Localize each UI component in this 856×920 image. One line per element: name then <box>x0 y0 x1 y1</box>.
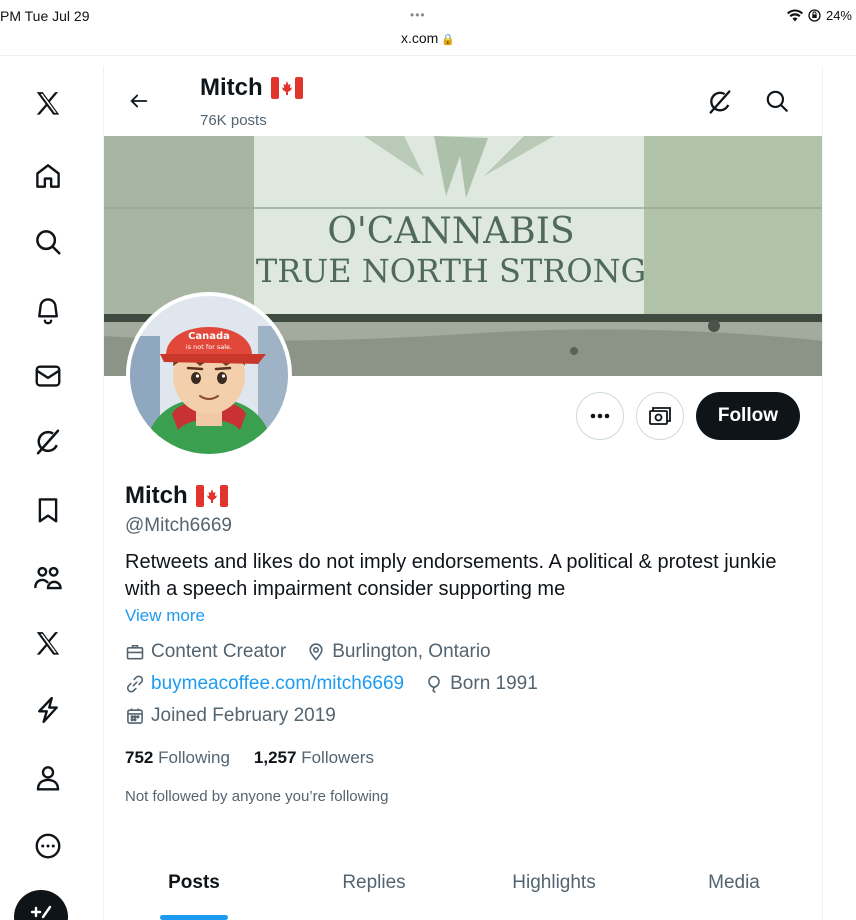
profile-bio: Retweets and likes do not imply endorsem… <box>125 551 777 600</box>
profile-tabs: Posts Replies Highlights Media <box>104 858 822 920</box>
nav-notifications[interactable] <box>26 288 70 332</box>
followers-stat[interactable]: 1,257 Followers <box>254 748 374 768</box>
follow-stats: 752 Following 1,257 Followers <box>125 748 815 768</box>
tip-button[interactable] <box>635 392 684 440</box>
banner-text-line2: TRUE NORTH STRONG <box>256 252 646 290</box>
profile-info: Mitch @Mitch6669 Retweets and likes do n… <box>125 480 815 805</box>
nav-more[interactable] <box>26 824 70 868</box>
not-followed-notice: Not followed by anyone you’re following <box>125 788 389 805</box>
grok-icon <box>709 90 731 114</box>
x-logo-icon <box>36 92 60 115</box>
orientation-lock-icon <box>808 9 821 22</box>
profile-location: Burlington, Ontario <box>306 641 491 663</box>
messages-icon <box>35 365 61 387</box>
wifi-icon <box>786 9 803 22</box>
avatar-image: Canada is not for sale. <box>130 296 288 454</box>
left-navigation <box>0 56 100 920</box>
lock-icon: 🔒 <box>441 34 456 46</box>
profile-icon <box>36 766 60 791</box>
address-bar[interactable]: x.com 🔒 <box>0 30 856 46</box>
tab-menu-dots[interactable]: ••• <box>410 8 426 22</box>
canada-flag-icon <box>270 77 303 99</box>
profile-meta-row-3: Joined February 2019 <box>125 704 815 728</box>
location-pin-icon <box>309 643 323 661</box>
profile-joined: Joined February 2019 <box>125 705 336 727</box>
following-stat[interactable]: 752 Following <box>125 748 230 768</box>
profile-name-text: Mitch <box>125 482 188 509</box>
communities-icon <box>34 566 62 590</box>
profile-handle: @Mitch6669 <box>125 515 232 536</box>
profile-meta-row-2: buymeacoffee.com/mitch6669 Born 1991 <box>125 672 815 696</box>
following-count: 752 <box>125 748 154 767</box>
header-name: Mitch <box>200 74 303 102</box>
url-text: x.com <box>400 30 439 46</box>
battery-percent: 24% <box>825 8 852 23</box>
premium-icon <box>36 632 60 655</box>
website-link[interactable]: buymeacoffee.com/mitch6669 <box>151 673 404 695</box>
tab-highlights[interactable]: Highlights <box>464 858 644 920</box>
profile-actions: Follow <box>575 392 800 440</box>
nav-profile[interactable] <box>26 756 70 800</box>
verified-orgs-icon <box>38 696 58 724</box>
notifications-icon <box>38 298 58 325</box>
profile-category: Content Creator <box>125 641 286 663</box>
link-icon <box>126 675 144 693</box>
balloon-icon <box>428 675 440 693</box>
compose-icon <box>30 905 52 919</box>
back-arrow-icon <box>130 94 148 108</box>
status-time: PM Tue Jul 29 <box>0 8 90 24</box>
location-text: Burlington, Ontario <box>332 641 491 662</box>
grok-icon <box>36 429 60 455</box>
nav-explore[interactable] <box>26 220 70 264</box>
profile-name: Mitch <box>125 480 815 512</box>
tab-replies[interactable]: Replies <box>284 858 464 920</box>
more-icon <box>35 833 61 859</box>
banner-text-line1: O'CANNABIS <box>327 211 574 252</box>
avatar-cap-text-2: is not for sale. <box>186 343 232 351</box>
status-right: 24% <box>786 8 852 23</box>
nav-messages[interactable] <box>26 354 70 398</box>
profile-birthday: Born 1991 <box>424 673 538 695</box>
money-icon <box>648 407 671 425</box>
avatar-cap-text-1: Canada <box>188 331 230 342</box>
canada-flag-icon <box>195 485 228 507</box>
nav-premium[interactable] <box>26 622 70 666</box>
nav-grok[interactable] <box>26 420 70 464</box>
tab-media[interactable]: Media <box>644 858 822 920</box>
calendar-icon <box>127 708 143 724</box>
profile-avatar[interactable]: Canada is not for sale. <box>126 292 292 458</box>
grok-button[interactable] <box>706 88 734 116</box>
followers-count: 1,257 <box>253 748 297 767</box>
follow-button[interactable]: Follow <box>695 392 800 440</box>
more-horizontal-icon <box>590 413 610 419</box>
view-more-link[interactable]: View more <box>125 606 815 626</box>
profile-main-column: Mitch 76K posts O'CANNABIS TRUE NORTH ST… <box>103 66 823 920</box>
briefcase-icon <box>126 644 144 660</box>
born-text: Born 1991 <box>450 673 538 694</box>
followers-label: Followers <box>301 748 374 767</box>
nav-bookmarks[interactable] <box>26 488 70 532</box>
nav-communities[interactable] <box>26 556 70 600</box>
category-text: Content Creator <box>151 641 287 662</box>
tab-posts[interactable]: Posts <box>104 858 284 920</box>
header-name-text: Mitch <box>200 74 263 101</box>
search-button[interactable] <box>764 88 792 116</box>
following-label: Following <box>158 748 230 767</box>
nav-verified-orgs[interactable] <box>26 688 70 732</box>
status-bar: PM Tue Jul 29 ••• x.com 🔒 24% <box>0 0 856 56</box>
header-post-count: 76K posts <box>200 112 267 129</box>
profile-header: Mitch 76K posts <box>104 66 822 136</box>
home-icon <box>36 164 60 188</box>
nav-home[interactable] <box>26 154 70 198</box>
more-options-button[interactable] <box>575 392 624 440</box>
joined-text: Joined February 2019 <box>151 705 336 726</box>
bookmarks-icon <box>38 498 58 523</box>
back-button[interactable] <box>124 86 154 116</box>
nav-x-logo[interactable] <box>26 82 70 126</box>
search-icon <box>766 90 788 112</box>
profile-website[interactable]: buymeacoffee.com/mitch6669 <box>125 673 404 695</box>
profile-meta-row-1: Content Creator Burlington, Ontario <box>125 640 815 664</box>
search-icon <box>36 230 61 255</box>
